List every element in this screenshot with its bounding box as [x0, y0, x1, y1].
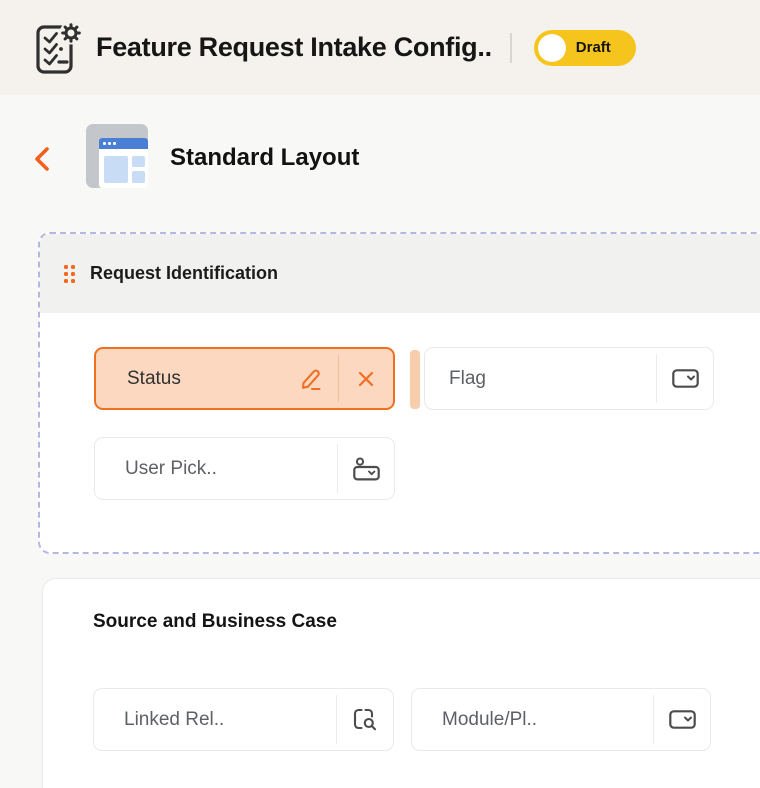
field-user-picklist[interactable]: User Pick.. [94, 437, 395, 500]
field-linked-release[interactable]: Linked Rel.. [93, 688, 394, 751]
field-label: User Pick.. [125, 457, 217, 479]
user-picklist-icon [338, 438, 394, 499]
section-title: Request Identification [90, 263, 279, 283]
app-header: Feature Request Intake Config.. Draft [0, 0, 760, 95]
lookup-icon [337, 689, 393, 750]
field-flag[interactable]: Flag [424, 347, 714, 410]
header-divider [509, 32, 512, 63]
status-badge: Draft [575, 39, 611, 56]
section-source-business-case: Source and Business Case Linked Rel.. Mo… [42, 578, 760, 788]
browser-titlebar [99, 138, 148, 149]
drop-indicator [410, 350, 420, 409]
toggle-knob-icon [537, 33, 566, 62]
draft-status-toggle[interactable]: Draft [533, 29, 636, 66]
picklist-icon [654, 689, 710, 750]
back-button[interactable] [32, 146, 52, 172]
section-request-identification: Request Identification Status Flag User … [38, 232, 760, 554]
layout-title: Standard Layout [170, 144, 360, 171]
layout-editor-screen: Feature Request Intake Config.. Draft St… [0, 0, 760, 788]
picklist-icon [657, 348, 713, 409]
field-status[interactable]: Status [94, 347, 395, 410]
checklist-gear-icon [36, 21, 82, 74]
browser-window [99, 138, 148, 188]
field-label: Flag [449, 367, 486, 389]
section-header: Request Identification [40, 234, 760, 313]
drag-dots-icon[interactable] [64, 264, 75, 283]
layout-window-icon [86, 124, 148, 188]
edit-icon[interactable] [284, 349, 338, 408]
layout-block-small-1 [132, 156, 145, 167]
field-module-picklist[interactable]: Module/Pl.. [411, 688, 711, 751]
remove-icon[interactable] [339, 349, 393, 408]
page-title: Feature Request Intake Config.. [96, 32, 492, 62]
field-label: Linked Rel.. [124, 708, 225, 730]
section-title: Source and Business Case [93, 611, 337, 632]
field-label: Status [127, 367, 181, 389]
layout-block-large [104, 156, 128, 183]
field-label: Module/Pl.. [442, 708, 538, 730]
layout-block-small-2 [132, 171, 145, 183]
